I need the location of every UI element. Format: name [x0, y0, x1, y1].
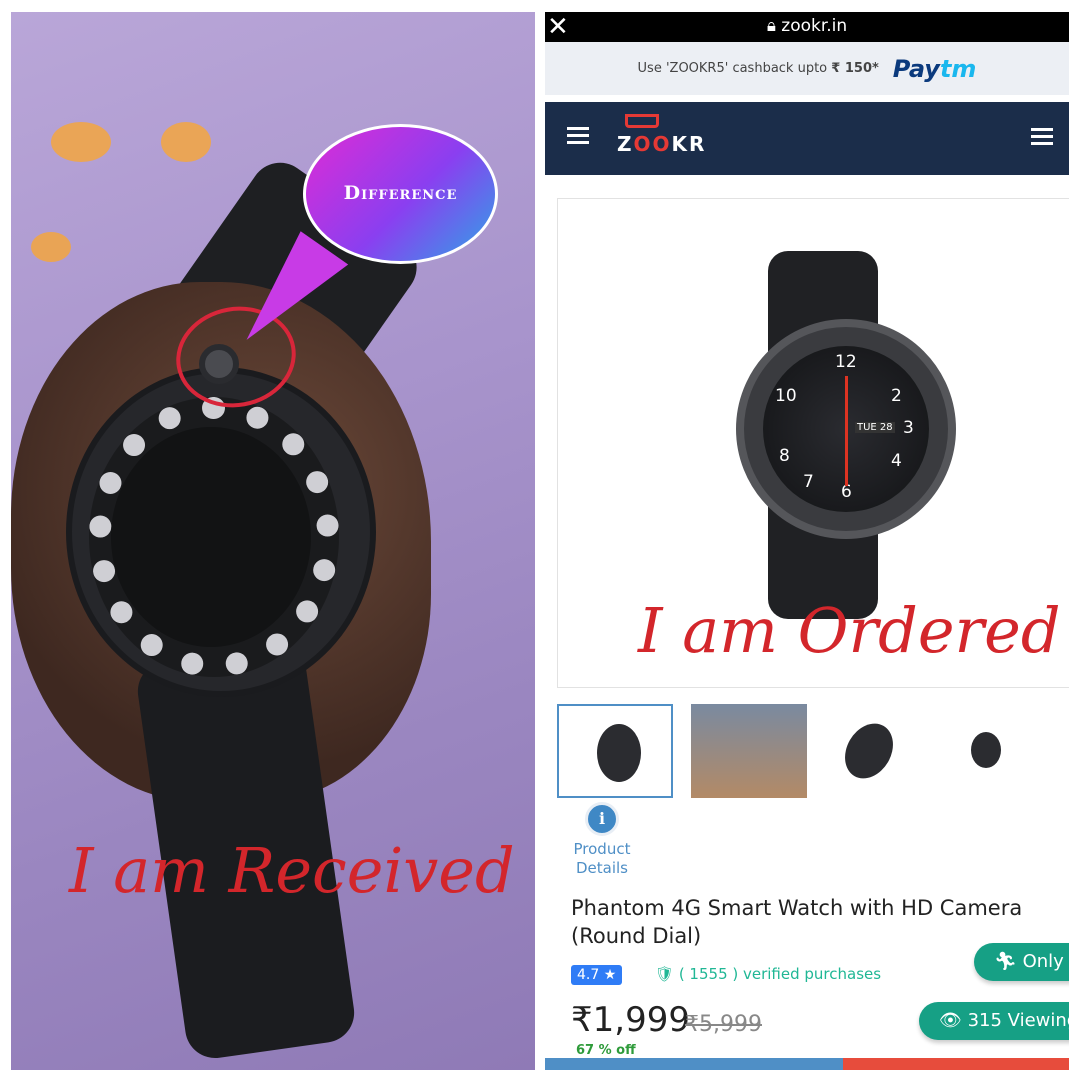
price: ₹1,999	[571, 1000, 690, 1040]
flower-pattern	[31, 232, 71, 262]
nav-bar: ZOOKR	[545, 102, 1069, 175]
received-caption: I am Received	[69, 834, 515, 907]
product-image[interactable]: 12 2 3 4 6 7 8 10 TUE 28 I am Ordered	[557, 198, 1069, 688]
rating-badge: 4.7 ★	[571, 965, 623, 985]
original-price: ₹5,999	[685, 1012, 762, 1037]
stock-badge: 🏃︎ Only	[974, 943, 1069, 981]
watch-screen	[111, 427, 311, 647]
viewing-badge: 👁︎ 315 Viewing	[919, 1002, 1069, 1040]
dial-number: 8	[779, 446, 790, 466]
bubble-text: Difference	[343, 182, 458, 204]
thumbnail-strip	[557, 704, 1069, 798]
cart-logo-icon	[625, 114, 659, 128]
thumbnail[interactable]	[557, 704, 673, 798]
discount: 67 % off	[576, 1043, 636, 1058]
second-hand	[845, 376, 848, 486]
flower-pattern	[161, 122, 211, 162]
dial-number: 10	[775, 386, 797, 406]
zookr-logo[interactable]: ZOOKR	[617, 132, 706, 156]
verified-purchases: 🛡︎ ( 1555 ) verified purchases	[655, 965, 882, 983]
buy-now-bar[interactable]	[843, 1058, 1069, 1070]
product-title: Phantom 4G Smart Watch with HD Camera (R…	[571, 896, 1023, 948]
thumbnail[interactable]	[691, 704, 807, 798]
lock-icon: 🔒︎	[766, 16, 782, 36]
promo-banner[interactable]: Use 'ZOOKR5' cashback upto ₹ 150* Paytm	[545, 42, 1069, 95]
ordered-caption: I am Ordered	[638, 594, 1061, 667]
url-text: 🔒︎ zookr.in	[545, 16, 1069, 36]
promo-amount: ₹ 150*	[831, 61, 879, 76]
thumbnail[interactable]	[809, 704, 925, 798]
promo-text: Use 'ZOOKR5' cashback upto	[637, 61, 828, 76]
hamburger-menu-icon[interactable]	[567, 127, 589, 148]
watch-face: 12 2 3 4 6 7 8 10 TUE 28	[763, 346, 929, 512]
list-menu-icon[interactable]	[1031, 128, 1053, 149]
browser-bar: ✕ 🔒︎ zookr.in	[545, 12, 1069, 42]
flower-pattern	[51, 122, 111, 162]
zookr-screenshot: ✕ 🔒︎ zookr.in Use 'ZOOKR5' cashback upto…	[545, 12, 1069, 1070]
eye-icon: 👁︎	[939, 1010, 968, 1031]
paytm-logo: Paytm	[892, 54, 977, 83]
dial-number: 4	[891, 451, 902, 471]
add-to-cart-bar[interactable]	[545, 1058, 843, 1070]
product-details-link[interactable]: Product Details	[557, 840, 647, 878]
shield-check-icon: 🛡︎	[655, 965, 679, 983]
received-watch-photo: Difference I am Received	[11, 12, 535, 1070]
thumbnail[interactable]	[927, 704, 1043, 798]
dial-number: 12	[835, 352, 857, 372]
running-person-icon: 🏃︎	[994, 951, 1023, 972]
dial-number: 2	[891, 386, 902, 406]
info-icon[interactable]: i	[585, 802, 619, 836]
dial-number: 3	[903, 418, 914, 438]
date-window: TUE 28	[855, 422, 895, 433]
dial-number: 7	[803, 472, 814, 492]
url: zookr.in	[781, 16, 848, 36]
